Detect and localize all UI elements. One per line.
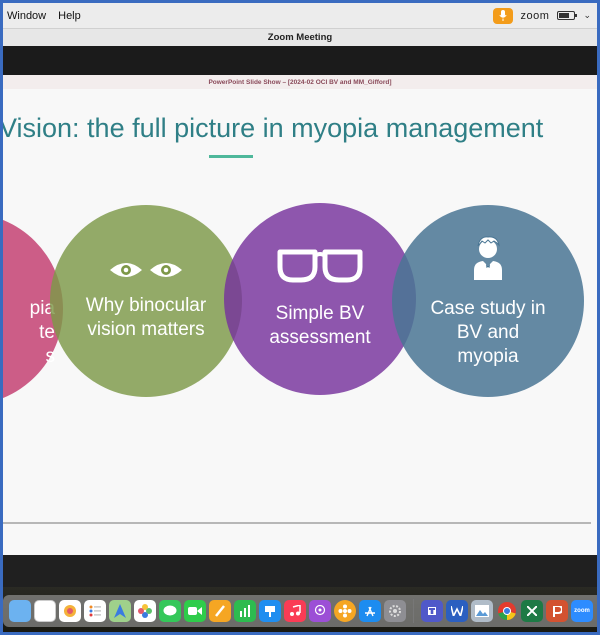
photos-icon[interactable] [59,600,81,622]
microphone-icon[interactable] [492,7,513,24]
circle-label: Simple BV assessment [269,302,371,348]
dock-separator [413,599,414,623]
eyes-icon [109,260,183,280]
glasses-icon [277,249,363,290]
chrome-icon[interactable] [496,600,518,622]
powerpoint-icon[interactable] [546,600,568,622]
circle-label: Why binocular vision matters [85,295,207,340]
circle-case-study: Case study in BV and myopia [392,205,584,397]
title-underline [209,155,253,158]
dock: zoom [3,595,597,627]
circle-label-line: te [39,322,55,343]
person-icon [470,234,506,287]
slide-title: Vision: the full picture in myopia manag… [3,113,544,143]
zoom-menu-extra[interactable]: zoom [521,10,550,22]
menu-bar: Window Help zoom ⌄ [3,3,597,28]
ppt-slideshow-title: PowerPoint Slide Show – [2024-02 OCI BV … [208,78,392,86]
circle-binocular-vision: Why binocular vision matters [50,205,242,397]
music-icon[interactable] [284,600,306,622]
keynote-icon[interactable] [259,600,281,622]
preview-icon[interactable] [471,600,493,622]
finder-icon[interactable] [9,600,31,622]
circle-bv-assessment: Simple BV assessment [224,203,416,395]
screen-frame: Window Help zoom ⌄ Zoom Meeting PowerPoi… [0,0,600,635]
photos-app-icon[interactable] [134,600,156,622]
excel-icon[interactable] [521,600,543,622]
numbers-icon[interactable] [234,600,256,622]
ppt-slideshow-header: PowerPoint Slide Show – [2024-02 OCI BV … [3,75,597,89]
zoom-icon[interactable]: zoom [571,600,593,622]
menu-help[interactable]: Help [52,10,87,22]
zoom-bottom-band [3,555,597,587]
window-title: Zoom Meeting [267,32,333,43]
maps-icon[interactable] [109,600,131,622]
circle-label-line: s [45,346,56,367]
calendar-icon[interactable] [34,600,56,622]
battery-icon[interactable] [557,11,578,20]
slide-divider [3,522,591,524]
pages-icon[interactable] [209,600,231,622]
circle-label: Case study in BV and myopia [430,297,546,367]
messages-icon[interactable] [159,600,181,622]
system-settings-icon[interactable] [384,600,406,622]
app-store-icon[interactable] [359,600,381,622]
shared-slide: Vision: the full picture in myopia manag… [3,89,597,555]
teams-icon[interactable] [421,600,443,622]
menu-bar-status: zoom ⌄ [492,3,597,28]
menu-window[interactable]: Window [3,10,52,22]
window-title-bar: Zoom Meeting [3,28,597,46]
chevron-down-icon[interactable]: ⌄ [583,10,591,21]
flower-app-icon[interactable] [334,600,356,622]
podcasts-icon[interactable] [309,600,331,622]
word-icon[interactable] [446,600,468,622]
zoom-toolbar-area [3,46,597,75]
reminders-icon[interactable] [84,600,106,622]
facetime-icon[interactable] [184,600,206,622]
